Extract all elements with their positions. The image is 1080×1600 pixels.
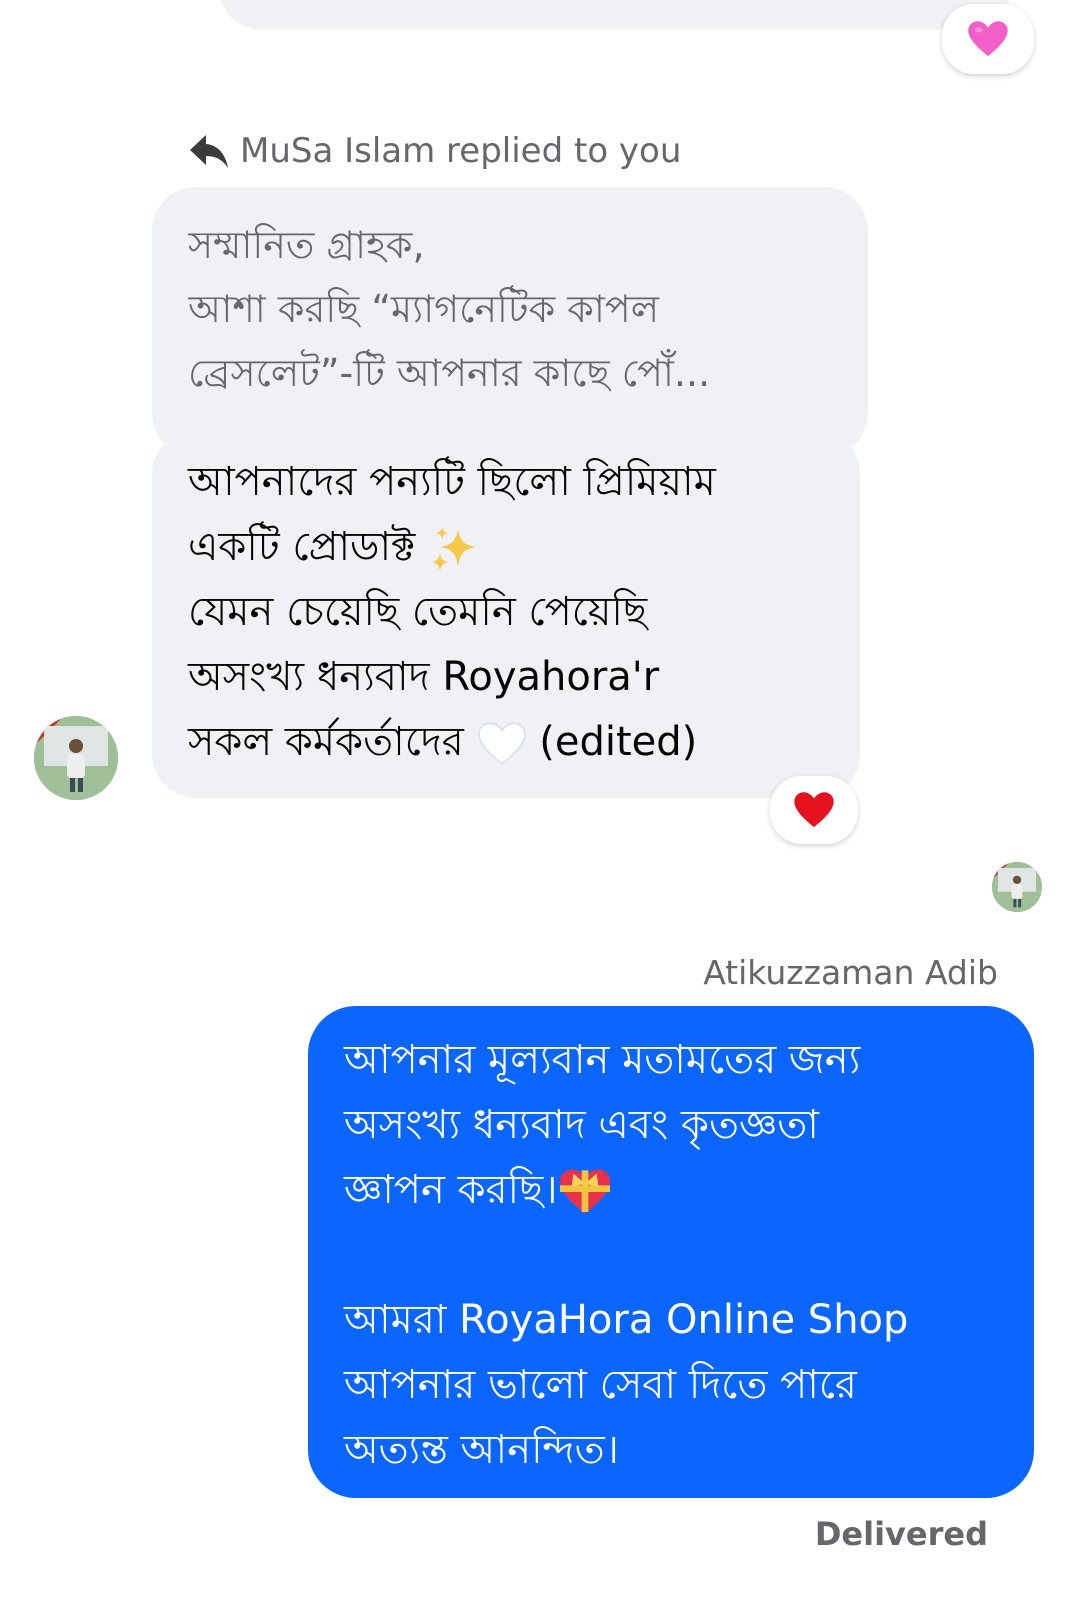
reply-header-text: MuSa Islam replied to you	[240, 131, 682, 171]
message-line: অসংখ্য ধন্যবাদ এবং কৃতজ্ঞতা	[344, 1102, 819, 1148]
message-line: যেমন চেয়েছি তেমনি পেয়েছি	[188, 589, 648, 635]
message-line-with-emoji: জ্ঞাপন করছি।	[344, 1158, 998, 1223]
message-line-with-emoji: একটি প্রোডাক্ট	[188, 515, 824, 580]
quoted-line: ব্রেসলেট”-টি আপনার কাছে পোঁ...	[188, 351, 711, 395]
message-line-text: সকল কর্মকর্তাদের	[188, 719, 464, 765]
message-line-with-emoji: সকল কর্মকর্তাদের (edited)	[188, 710, 824, 775]
message-reaction-badge[interactable]	[942, 4, 1034, 74]
reply-header: MuSa Islam replied to you	[188, 126, 681, 176]
sparkles-emoji-icon	[431, 527, 476, 571]
message-line-text: একটি প্রোডাক্ট	[188, 524, 416, 570]
edited-label: (edited)	[539, 719, 698, 765]
quoted-line: আশা করছি “ম্যাগনেটিক কাপল	[188, 287, 660, 331]
outgoing-message-bubble[interactable]: আপনার মূল্যবান মতামতের জন্য অসংখ্য ধন্যব…	[308, 1006, 1034, 1498]
message-line: আমরা RoyaHora Online Shop	[344, 1297, 909, 1343]
heart-with-ribbon-emoji-icon	[559, 1169, 610, 1214]
delivery-status: Delivered	[814, 1515, 988, 1553]
sender-avatar[interactable]	[34, 716, 118, 800]
message-reaction-badge[interactable]	[770, 776, 858, 844]
quoted-line: সম্মানিত গ্রাহক,	[188, 223, 425, 267]
red-heart-icon	[794, 792, 834, 828]
incoming-message-bubble[interactable]: আপনাদের পন্যটি ছিলো প্রিমিয়াম একটি প্রো…	[152, 430, 860, 798]
message-line: অত্যন্ত আনন্দিত।	[344, 1427, 619, 1473]
previous-message-bubble[interactable]	[220, 0, 1010, 28]
person-avatar-icon	[34, 716, 118, 800]
sender-name: Atikuzzaman Adib	[703, 953, 998, 992]
message-line: আপনার ভালো সেবা দিতে পারে	[344, 1362, 857, 1408]
message-line-blank	[344, 1223, 998, 1288]
pink-heart-icon	[968, 21, 1008, 57]
read-receipt-avatar	[992, 862, 1042, 912]
message-line-text: জ্ঞাপন করছি।	[344, 1167, 558, 1213]
message-line: আপনার মূল্যবান মতামতের জন্য	[344, 1037, 861, 1083]
white-heart-emoji-icon	[477, 722, 526, 765]
reply-arrow-icon	[190, 135, 228, 168]
person-avatar-icon	[992, 862, 1042, 912]
message-line: অসংখ্য ধন্যবাদ Royahora'r	[188, 654, 660, 700]
quoted-message-bubble[interactable]: সম্মানিত গ্রাহক, আশা করছি “ম্যাগনেটিক কা…	[152, 187, 868, 457]
message-line: আপনাদের পন্যটি ছিলো প্রিমিয়াম	[188, 459, 716, 505]
